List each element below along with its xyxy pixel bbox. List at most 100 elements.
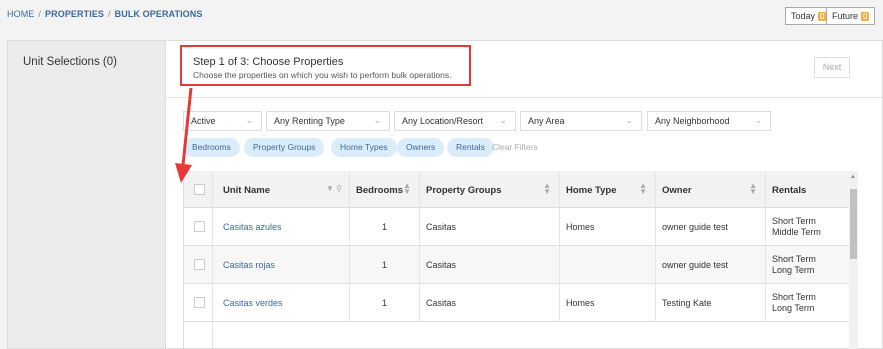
neighborhood-filter-select[interactable]: Any Neighborhood ⌄ (647, 111, 771, 131)
status-filter-value: Active (191, 116, 216, 126)
home-type-cell: Homes (560, 208, 656, 246)
owners-filter-pill[interactable]: Owners (397, 138, 445, 157)
rental-type: Middle Term (772, 227, 821, 237)
col-header-label: Property Groups (426, 185, 502, 196)
area-filter-select[interactable]: Any Area ⌄ (520, 111, 642, 131)
home-type-cell (560, 246, 656, 284)
owner-cell: owner guide test (656, 246, 766, 284)
row-select-cell (184, 284, 213, 322)
rental-type: Long Term (772, 303, 815, 313)
unit-selections-panel: Unit Selections (0) (7, 40, 165, 349)
owner-cell: Testing Kate (656, 284, 766, 322)
scroll-up-icon[interactable]: ▲ (850, 174, 856, 180)
highlight-box (180, 45, 471, 86)
properties-table: Unit Name ▼ ⚲ Bedrooms ▲ ▼ Property Group… (183, 171, 849, 349)
select-all-checkbox[interactable] (194, 184, 205, 195)
breadcrumb-separator: / (108, 9, 111, 19)
main-panel: Step 1 of 3: Choose Properties Choose th… (165, 40, 883, 349)
table-row[interactable]: Casitas rojas 1 Casitas owner guide test… (184, 246, 849, 284)
breadcrumb-properties[interactable]: PROPERTIES (45, 9, 104, 19)
row-select-cell (184, 208, 213, 246)
col-header-unit-name[interactable]: Unit Name ▼ ⚲ (213, 171, 350, 208)
renting-type-filter-value: Any Renting Type (274, 116, 345, 126)
table-header: Unit Name ▼ ⚲ Bedrooms ▲ ▼ Property Group… (184, 171, 849, 208)
col-header-label: Home Type (566, 185, 617, 196)
rental-type: Short Term (772, 216, 816, 226)
home-types-filter-pill[interactable]: Home Types (331, 138, 397, 157)
bedrooms-filter-pill[interactable]: Bedrooms (183, 138, 240, 157)
unit-selections-title: Unit Selections (0) (23, 56, 117, 68)
future-label: Future (832, 11, 859, 21)
future-count-badge: 0 (861, 12, 870, 21)
col-header-bedrooms[interactable]: Bedrooms ▲ ▼ (350, 171, 420, 208)
rentals-cell: Short Term Long Term (766, 284, 849, 322)
unit-name-link[interactable]: Casitas azules (223, 222, 282, 232)
property-group-cell: Casitas (420, 284, 560, 322)
chevron-down-icon: ⌄ (499, 115, 507, 125)
home-type-cell: Homes (560, 284, 656, 322)
table-row-partial (184, 322, 849, 349)
table-scrollbar[interactable]: ▲ (849, 171, 858, 349)
sort-icon: ▲ ▼ (639, 181, 647, 196)
area-filter-value: Any Area (528, 116, 565, 126)
col-header-label: Unit Name (223, 185, 270, 196)
divider (166, 97, 883, 98)
sort-icon: ▲ ▼ (543, 181, 551, 196)
unit-name-link[interactable]: Casitas verdes (223, 298, 283, 308)
col-header-owner[interactable]: Owner ▲ ▼ (656, 171, 766, 208)
future-button[interactable]: Future 0 (826, 7, 876, 25)
property-group-cell: Casitas (420, 246, 560, 284)
chevron-down-icon: ⌄ (754, 115, 762, 125)
rental-type: Long Term (772, 265, 815, 275)
sort-icon: ▲ ▼ (403, 181, 411, 196)
clear-filters-link[interactable]: Clear Filters (492, 142, 538, 152)
bedrooms-cell: 1 (350, 208, 420, 246)
today-label: Today (791, 11, 816, 21)
row-select-cell (184, 246, 213, 284)
rental-type: Short Term (772, 254, 816, 264)
sort-icon: ▲ ▼ (749, 181, 757, 196)
bedrooms-cell: 1 (350, 284, 420, 322)
row-checkbox[interactable] (194, 297, 205, 308)
col-header-label: Bedrooms (356, 185, 403, 196)
select-all-cell (184, 171, 213, 208)
bedrooms-cell: 1 (350, 246, 420, 284)
owner-cell: owner guide test (656, 208, 766, 246)
property-group-cell: Casitas (420, 208, 560, 246)
unit-name-cell: Casitas verdes (213, 284, 350, 322)
breadcrumb-home[interactable]: HOME (7, 9, 34, 19)
location-filter-value: Any Location/Resort (402, 116, 484, 126)
top-bar: HOME / PROPERTIES / BULK OPERATIONS Today 0 F… (0, 0, 883, 29)
unit-name-cell: Casitas rojas (213, 246, 350, 284)
chevron-down-icon: ⌄ (245, 115, 253, 125)
row-checkbox[interactable] (194, 259, 205, 270)
chevron-down-icon: ⌄ (625, 115, 633, 125)
rental-type: Short Term (772, 292, 816, 302)
neighborhood-filter-value: Any Neighborhood (655, 116, 730, 126)
col-header-home-type[interactable]: Home Type ▲ ▼ (560, 171, 656, 208)
status-filter-select[interactable]: Active ⌄ (183, 111, 262, 131)
next-button[interactable]: Next (814, 57, 850, 78)
rentals-filter-pill[interactable]: Rentals (447, 138, 494, 157)
chevron-down-icon: ⌄ (373, 115, 381, 125)
property-groups-filter-pill[interactable]: Property Groups (244, 138, 325, 157)
table-row[interactable]: Casitas verdes 1 Casitas Homes Testing K… (184, 284, 849, 322)
location-filter-select[interactable]: Any Location/Resort ⌄ (394, 111, 516, 131)
renting-type-filter-select[interactable]: Any Renting Type ⌄ (266, 111, 390, 131)
rentals-cell: Short Term Middle Term (766, 208, 849, 246)
col-header-rentals: Rentals (766, 171, 849, 208)
unit-name-cell: Casitas azules (213, 208, 350, 246)
rentals-cell: Short Term Long Term (766, 246, 849, 284)
filter-search-icon[interactable]: ▼ ⚲ (326, 184, 342, 193)
col-header-label: Rentals (772, 185, 807, 196)
breadcrumb: HOME / PROPERTIES / BULK OPERATIONS (7, 9, 202, 19)
scrollbar-thumb[interactable] (850, 189, 857, 259)
breadcrumb-current: BULK OPERATIONS (114, 9, 203, 19)
col-header-property-groups[interactable]: Property Groups ▲ ▼ (420, 171, 560, 208)
row-select-cell (184, 322, 213, 349)
row-checkbox[interactable] (194, 221, 205, 232)
breadcrumb-separator: / (38, 9, 42, 19)
col-header-label: Owner (662, 185, 692, 196)
table-row[interactable]: Casitas azules 1 Casitas Homes owner gui… (184, 208, 849, 246)
unit-name-link[interactable]: Casitas rojas (223, 260, 275, 270)
